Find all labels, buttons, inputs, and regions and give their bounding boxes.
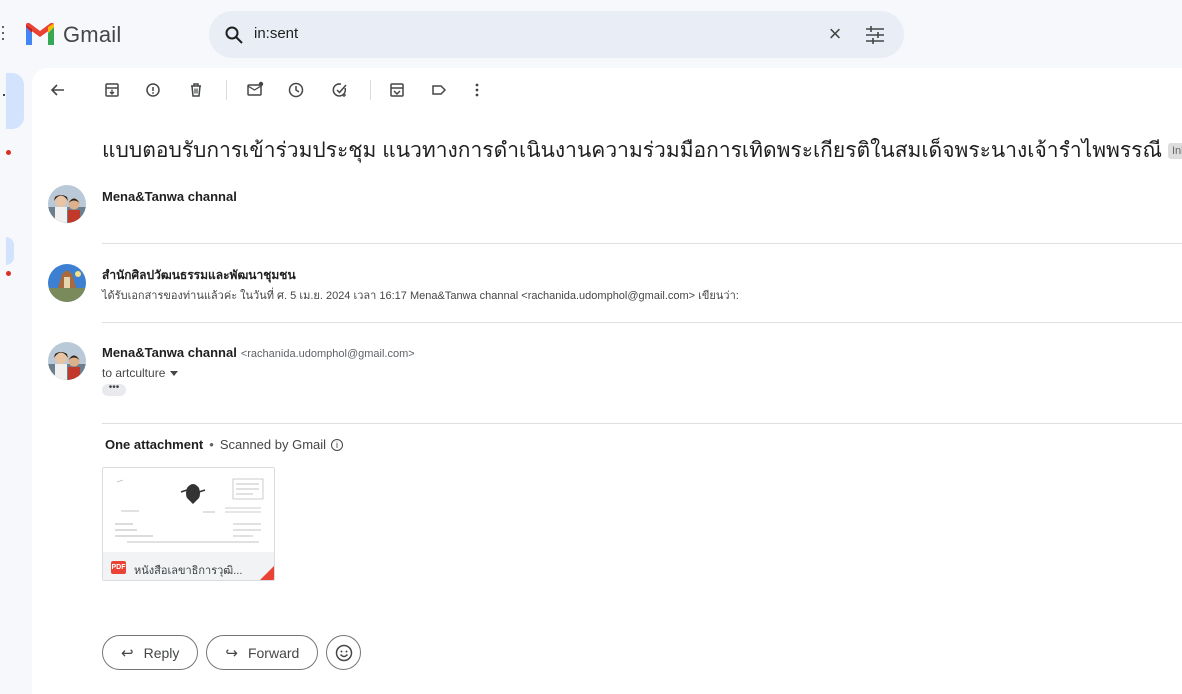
- attachment-footer: PDF หนังสือเลขาธิการวุฒิ...: [103, 552, 274, 580]
- mark-unread-icon[interactable]: [245, 80, 265, 100]
- info-icon[interactable]: i: [331, 438, 344, 451]
- search-bar[interactable]: in:sent ×: [209, 11, 904, 58]
- gmail-logo[interactable]: Gmail: [24, 22, 121, 48]
- delete-icon[interactable]: [186, 80, 206, 100]
- recipients-line[interactable]: to artculture: [102, 366, 179, 380]
- top-bar: Gmail in:sent ×: [0, 0, 1182, 68]
- search-input[interactable]: in:sent: [254, 25, 298, 42]
- move-to-icon[interactable]: [387, 80, 407, 100]
- sender-line: Mena&Tanwa channal <rachanida.udomphol@gm…: [102, 345, 415, 360]
- forward-icon: ↪: [225, 644, 238, 662]
- forward-label: Forward: [247, 644, 300, 661]
- emoji-icon: [335, 644, 353, 661]
- add-task-icon[interactable]: [330, 80, 350, 100]
- gmail-m-icon: [26, 23, 54, 45]
- attachment-filename: หนังสือเลขาธิการวุฒิ...: [134, 565, 243, 577]
- message-divider: [102, 243, 1182, 244]
- recipients-text: to artculture: [102, 366, 166, 380]
- label-icon[interactable]: [429, 80, 449, 100]
- gmail-wordmark: Gmail: [63, 22, 122, 47]
- message-snippet: ได้รับเอกสารของท่านแล้วค่ะ ในวันที่ ศ. 5…: [102, 290, 739, 302]
- reply-label: Reply: [143, 644, 180, 661]
- message-divider: [102, 322, 1182, 323]
- report-spam-icon[interactable]: [143, 80, 163, 100]
- toolbar-divider: [370, 80, 371, 100]
- avatar[interactable]: [48, 185, 86, 223]
- attachment-card[interactable]: PDF หนังสือเลขาธิการวุฒิ...: [102, 467, 275, 581]
- show-trimmed-content-button[interactable]: •••: [102, 383, 126, 396]
- left-rail: [0, 68, 32, 694]
- emoji-reaction-button[interactable]: [326, 635, 362, 670]
- inbox-label-chip[interactable]: Inbox ×: [1167, 142, 1182, 159]
- sender-name: Mena&Tanwa channal: [102, 345, 237, 360]
- unread-dot: [6, 150, 11, 155]
- attachment-header: One attachment • Scanned by Gmail i: [105, 437, 344, 452]
- back-arrow-icon[interactable]: [48, 80, 68, 100]
- sender-name: Mena&Tanwa channal: [102, 189, 237, 204]
- clear-search-icon[interactable]: ×: [823, 23, 847, 47]
- search-options-icon[interactable]: [863, 23, 887, 47]
- message-panel: แบบตอบรับการเข้าร่วมประชุม แนวทางการดำเน…: [32, 68, 1182, 694]
- unread-dot: [6, 271, 11, 276]
- message-actions: ↩ Reply ↪ Forward: [102, 635, 362, 670]
- document-preview-icon: [115, 478, 264, 543]
- toolbar-divider: [226, 80, 227, 100]
- thread-subject: แบบตอบรับการเข้าร่วมประชุม แนวทางการดำเน…: [102, 139, 1162, 162]
- rail-item[interactable]: [6, 237, 14, 265]
- sender-email: <rachanida.udomphol@gmail.com>: [240, 348, 415, 360]
- attachment-divider: [102, 423, 1182, 424]
- label-text: Inbox: [1171, 144, 1182, 157]
- forward-button[interactable]: ↪ Forward: [206, 635, 319, 670]
- separator-dot: •: [209, 437, 214, 452]
- archive-icon[interactable]: [102, 80, 122, 100]
- rail-active-item[interactable]: [6, 73, 24, 129]
- sender-name: สำนักศิลปวัฒนธรรมและพัฒนาชุมชน: [102, 268, 296, 282]
- subject-row: แบบตอบรับการเข้าร่วมประชุม แนวทางการดำเน…: [102, 134, 1182, 167]
- show-details-chevron-icon[interactable]: [170, 370, 179, 376]
- scanned-by-gmail: Scanned by Gmail: [219, 437, 327, 452]
- snooze-icon[interactable]: [286, 80, 306, 100]
- main-menu-icon[interactable]: [2, 26, 6, 44]
- pdf-icon: PDF: [111, 561, 126, 574]
- search-icon[interactable]: [224, 25, 244, 45]
- page-fold-icon: [258, 564, 274, 580]
- rail-mark: [3, 94, 5, 96]
- more-vert-icon[interactable]: [467, 80, 487, 100]
- avatar[interactable]: [48, 342, 86, 380]
- attachment-count: One attachment: [105, 437, 204, 452]
- reply-icon: ↩: [121, 644, 134, 662]
- message-toolbar: [32, 68, 1182, 112]
- attachment-thumbnail: [103, 468, 274, 552]
- avatar[interactable]: [48, 264, 86, 302]
- reply-button[interactable]: ↩ Reply: [102, 635, 199, 670]
